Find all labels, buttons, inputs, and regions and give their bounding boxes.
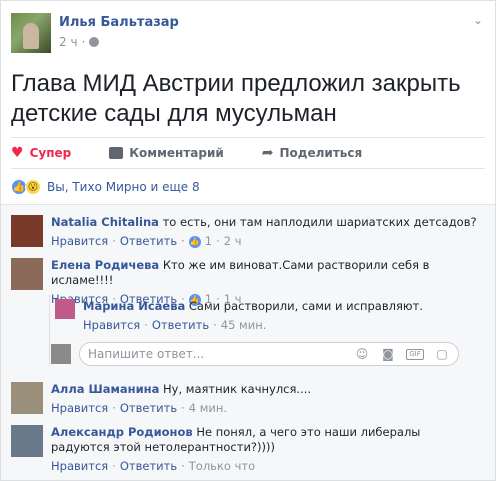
comment-item: Алла Шаманина Ну, маятник качнулся.... Н… [11, 382, 311, 416]
reply-link[interactable]: Ответить [152, 318, 209, 333]
emoji-icon[interactable]: ☺ [354, 347, 370, 361]
current-user-avatar [51, 344, 71, 364]
meta-separator: · [112, 401, 116, 415]
comment-time[interactable]: 4 мин. [189, 401, 227, 416]
reply-meta: Нравится · Ответить · 45 мин. [83, 318, 423, 333]
comment-body: Алла Шаманина Ну, маятник качнулся.... Н… [51, 382, 311, 416]
super-label: Супер [29, 146, 72, 160]
post-header: Илья Бальтазар 2 ч · [11, 13, 179, 55]
comment-time[interactable]: Только что [189, 459, 255, 474]
meta-separator: · [181, 234, 185, 248]
reply-body: Марина Исаева Сами растворили, сами и ис… [83, 299, 423, 333]
comment-meta: Нравится · Ответить · 4 мин. [51, 401, 311, 416]
reply-item: Марина Исаева Сами растворили, сами и ис… [55, 299, 423, 333]
post-meta: 2 ч · [59, 34, 179, 50]
author-name[interactable]: Илья Бальтазар [59, 15, 179, 31]
reply-time[interactable]: 45 мин. [221, 318, 267, 333]
sticker-icon[interactable]: ▢ [434, 347, 450, 361]
comment-label: Комментарий [129, 146, 224, 160]
commenter-avatar[interactable] [11, 425, 43, 457]
like-link[interactable]: Нравится [51, 234, 108, 249]
reply-placeholder: Напишите ответ... [88, 347, 205, 361]
commenter-name[interactable]: Елена Родичева [51, 258, 159, 272]
reply-composer: Напишите ответ... ☺ ◙ GIF ▢ [51, 342, 459, 366]
like-link[interactable]: Нравится [51, 459, 108, 474]
meta-separator: · [112, 459, 116, 473]
heart-icon: ♥ [11, 145, 24, 161]
comment-text: Ну, маятник качнулся.... [163, 382, 312, 396]
comment-body: Александр Родионов Не понял, а чего это … [51, 425, 471, 474]
meta-separator: · [144, 318, 148, 332]
reply-link[interactable]: Ответить [120, 401, 177, 416]
commenter-avatar[interactable] [11, 258, 43, 290]
commenter-name[interactable]: Алла Шаманина [51, 382, 159, 396]
gif-icon[interactable]: GIF [406, 348, 424, 360]
share-icon: ➦ [261, 145, 274, 161]
comment-icon [109, 147, 124, 159]
like-link[interactable]: Нравится [83, 318, 140, 333]
author-block: Илья Бальтазар 2 ч · [59, 13, 179, 55]
replier-avatar[interactable] [55, 299, 75, 319]
like-count-icon: 👍 [188, 235, 201, 248]
comments-section: Natalia Chitalina то есть, они там напло… [1, 204, 495, 480]
comment-time[interactable]: 2 ч [224, 234, 242, 249]
post-time[interactable]: 2 ч [59, 34, 78, 50]
post-card: Илья Бальтазар 2 ч · ⌄ Глава МИД Австрии… [0, 0, 496, 481]
meta-separator: · [216, 234, 220, 248]
commenter-avatar[interactable] [11, 215, 43, 247]
meta-separator: · [81, 35, 86, 49]
meta-separator: · [112, 234, 116, 248]
camera-icon[interactable]: ◙ [380, 347, 396, 361]
globe-icon [89, 37, 100, 47]
reply-link[interactable]: Ответить [120, 459, 177, 474]
commenter-name[interactable]: Александр Родионов [51, 425, 193, 439]
like-count[interactable]: 1 [205, 234, 212, 249]
comment-button[interactable]: Комментарий [109, 146, 224, 160]
reactions-text[interactable]: Вы, Тихо Мирно и еще 8 [47, 180, 200, 194]
author-avatar[interactable] [11, 13, 51, 53]
commenter-avatar[interactable] [11, 382, 43, 414]
comment-item: Natalia Chitalina то есть, они там напло… [11, 215, 477, 249]
comment-meta: Нравится · Ответить · 👍 1 · 2 ч [51, 234, 477, 249]
reply-link[interactable]: Ответить [120, 234, 177, 249]
meta-separator: · [213, 318, 217, 332]
reply-text: Сами растворили, сами и исправляют. [188, 299, 423, 313]
meta-separator: · [181, 459, 185, 473]
reply-input[interactable]: Напишите ответ... ☺ ◙ GIF ▢ [79, 342, 459, 366]
super-button[interactable]: ♥ Супер [11, 145, 71, 161]
comment-text: то есть, они там наплодили шариатских де… [162, 215, 477, 229]
commenter-name[interactable]: Natalia Chitalina [51, 215, 159, 229]
post-actions: ♥ Супер Комментарий ➦ Поделиться [11, 137, 485, 169]
like-link[interactable]: Нравится [51, 401, 108, 416]
replier-name[interactable]: Марина Исаева [83, 299, 185, 313]
comment-body: Natalia Chitalina то есть, они там напло… [51, 215, 477, 249]
meta-separator: · [181, 401, 185, 415]
comment-item: Александр Родионов Не понял, а чего это … [11, 425, 481, 474]
comment-meta: Нравится · Ответить · Только что [51, 459, 471, 474]
share-label: Поделиться [279, 146, 363, 160]
chevron-down-icon[interactable]: ⌄ [473, 13, 483, 27]
reactions-summary[interactable]: 👍 😮 Вы, Тихо Мирно и еще 8 [11, 177, 200, 197]
share-button[interactable]: ➦ Поделиться [262, 145, 362, 161]
post-text: Глава МИД Австрии предложил закрыть детс… [11, 70, 461, 127]
wow-reaction-icon: 😮 [25, 179, 41, 195]
